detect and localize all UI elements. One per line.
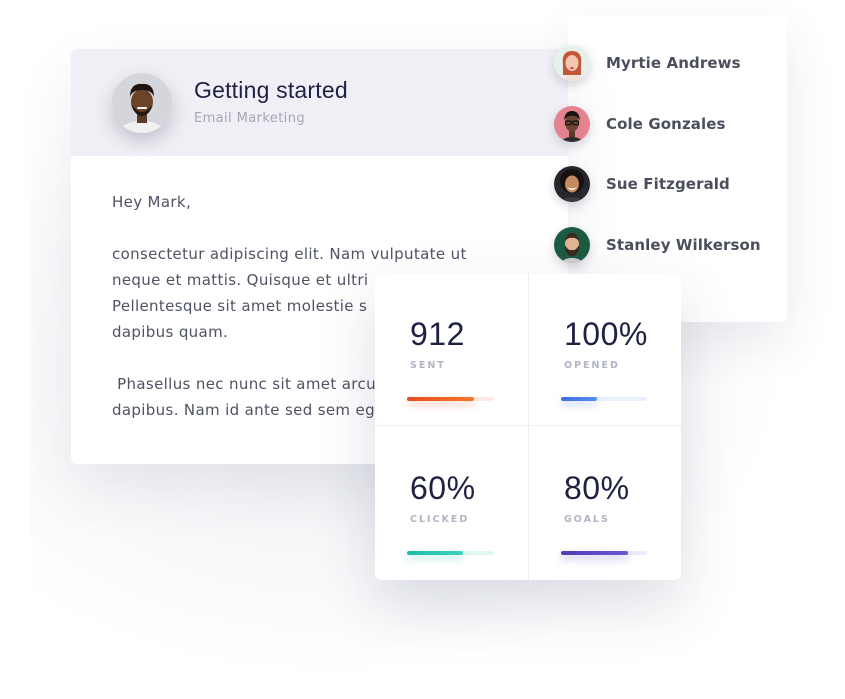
stat-label: SENT [410, 360, 446, 371]
stat-clicked: 60% CLICKED [375, 428, 528, 581]
email-subtitle: Email Marketing [194, 111, 305, 126]
email-title: Getting started [194, 77, 348, 103]
progress-track [561, 551, 647, 555]
contact-avatar [554, 227, 590, 263]
stat-sent: 912 SENT [375, 274, 528, 427]
contact-name: Stanley Wilkerson [606, 236, 761, 254]
contact-name: Sue Fitzgerald [606, 175, 730, 193]
stat-label: CLICKED [410, 514, 470, 525]
contact-name: Myrtie Andrews [606, 54, 741, 72]
woman-curly-hair-avatar-icon [554, 166, 590, 202]
contact-avatar [554, 166, 590, 202]
stat-value: 100% [564, 316, 648, 352]
contact-name: Cole Gonzales [606, 115, 726, 133]
contact-avatar [554, 106, 590, 142]
stat-goals: 80% GOALS [528, 428, 681, 581]
stat-label: GOALS [564, 514, 610, 525]
progress-track [407, 397, 493, 401]
progress-fill [407, 551, 463, 555]
stat-value: 912 [410, 316, 465, 352]
stat-value: 80% [564, 470, 630, 506]
man-glasses-avatar-icon [554, 106, 590, 142]
stat-label: OPENED [564, 360, 620, 371]
progress-track [407, 551, 493, 555]
stat-opened: 100% OPENED [528, 274, 681, 427]
contact-item[interactable]: Cole Gonzales [554, 105, 726, 143]
contact-item[interactable]: Stanley Wilkerson [554, 226, 761, 264]
man-beard-avatar-icon [554, 227, 590, 263]
woman-red-hair-avatar-icon [554, 45, 590, 81]
progress-fill [561, 397, 598, 401]
contact-item[interactable]: Sue Fitzgerald [554, 165, 730, 203]
stats-card: 912 SENT 100% OPENED 60% CLICKED 80% GOA… [375, 274, 681, 580]
progress-fill [561, 551, 629, 555]
stat-value: 60% [410, 470, 476, 506]
man-portrait-icon [112, 73, 172, 133]
progress-track [561, 397, 647, 401]
contact-avatar [554, 45, 590, 81]
email-greeting: Hey Mark, [112, 193, 192, 211]
sender-avatar[interactable] [112, 73, 172, 133]
progress-fill [407, 397, 475, 401]
contact-item[interactable]: Myrtie Andrews [554, 44, 741, 82]
email-header: Getting started Email Marketing [71, 49, 568, 156]
